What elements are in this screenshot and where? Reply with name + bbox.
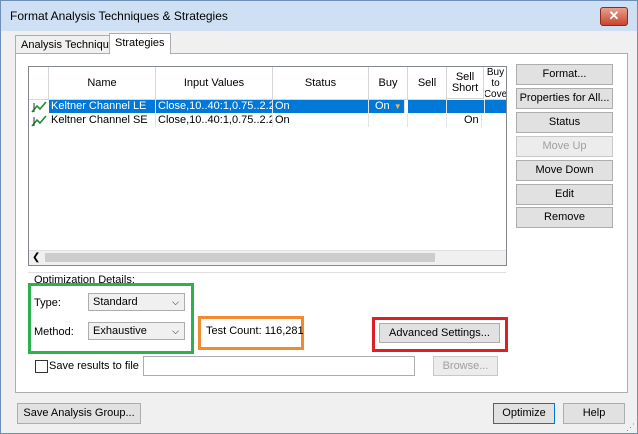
chevron-down-icon: ⌵: [172, 297, 179, 307]
move-up-button[interactable]: Move Up: [516, 136, 613, 157]
properties-for-all-button[interactable]: Properties for All...: [516, 88, 613, 109]
title-bar: Format Analysis Techniques & Strategies …: [1, 1, 637, 31]
section-divider: [28, 272, 506, 273]
tab-strategies[interactable]: Strategies: [109, 33, 171, 54]
row-buy: [369, 114, 408, 127]
row-buy-to-cover: [485, 100, 506, 113]
optimize-button[interactable]: Optimize: [493, 403, 555, 424]
row-sell-short: [447, 100, 485, 113]
row-status: On: [273, 100, 369, 113]
col-header-sell-short[interactable]: Sell Short: [447, 67, 484, 99]
edit-easylanguage-button[interactable]: Edit EasyLanguage: [516, 184, 613, 219]
table-row[interactable]: Keltner Channel SE Close,10..40:1,0.75..…: [29, 114, 506, 127]
strategy-chart-icon: [31, 101, 47, 113]
col-header-buy[interactable]: Buy: [369, 67, 408, 100]
close-button[interactable]: ✕: [600, 7, 628, 26]
row-status: On: [273, 114, 369, 127]
row-inputs: Close,10..40:1,0.75..2.25:0: [156, 100, 273, 113]
row-sell: [408, 100, 447, 113]
row-buy-dropdown[interactable]: On ▼: [369, 100, 405, 113]
scroll-left-icon[interactable]: ❮: [32, 251, 40, 265]
row-sell-short-value: On: [464, 114, 479, 126]
method-select[interactable]: Exhaustive ⌵: [88, 322, 185, 340]
scrollbar-thumb[interactable]: [45, 253, 435, 262]
save-results-checkbox[interactable]: [35, 360, 48, 373]
row-name: Keltner Channel SE: [49, 114, 156, 127]
table-row[interactable]: Keltner Channel LE Close,10..40:1,0.75..…: [29, 100, 506, 113]
row-inputs: Close,10..40:1,0.75..2.25:0: [156, 114, 273, 127]
strategy-grid[interactable]: Name Input Values Status Buy Sell Sell S…: [28, 66, 507, 266]
help-button[interactable]: Help: [563, 403, 625, 424]
col-header-status[interactable]: Status: [273, 67, 369, 100]
resize-grip-icon[interactable]: ⋰: [626, 422, 635, 433]
grid-corner: [29, 67, 49, 100]
type-select-value: Standard: [93, 296, 138, 308]
horizontal-scrollbar[interactable]: ❮: [29, 250, 506, 265]
window-title: Format Analysis Techniques & Strategies: [10, 9, 228, 23]
row-buy-value: On: [375, 100, 390, 112]
save-results-path-input[interactable]: [143, 356, 415, 376]
row-buy-to-cover: [485, 114, 506, 127]
row-sell-short-dropdown[interactable]: On▼: [447, 114, 482, 127]
format-button[interactable]: Format...: [516, 64, 613, 85]
test-count-text: Test Count: 116,281: [206, 325, 304, 337]
col-header-input-values[interactable]: Input Values: [156, 67, 273, 100]
col-header-buy-to-cover[interactable]: Buy to Cove: [485, 67, 506, 100]
browse-button[interactable]: Browse...: [433, 356, 498, 376]
type-label: Type:: [34, 297, 61, 309]
method-label: Method:: [34, 326, 74, 338]
save-results-label: Save results to file: [49, 360, 139, 372]
type-select[interactable]: Standard ⌵: [88, 293, 185, 311]
advanced-settings-button[interactable]: Advanced Settings...: [379, 323, 500, 343]
row-name: Keltner Channel LE: [49, 100, 156, 113]
chevron-down-icon: ⌵: [172, 326, 179, 336]
status-button[interactable]: Status: [516, 112, 613, 133]
col-header-name[interactable]: Name: [49, 67, 156, 100]
dialog-window: Format Analysis Techniques & Strategies …: [0, 0, 638, 434]
save-analysis-group-button[interactable]: Save Analysis Group...: [17, 403, 141, 424]
col-header-sell[interactable]: Sell: [408, 67, 447, 100]
row-sell: [408, 114, 447, 127]
strategy-chart-icon: [31, 115, 47, 127]
move-down-button[interactable]: Move Down: [516, 160, 613, 181]
dropdown-arrow-icon: ▼: [393, 102, 402, 111]
remove-button[interactable]: Remove: [516, 207, 613, 228]
method-select-value: Exhaustive: [93, 325, 147, 337]
